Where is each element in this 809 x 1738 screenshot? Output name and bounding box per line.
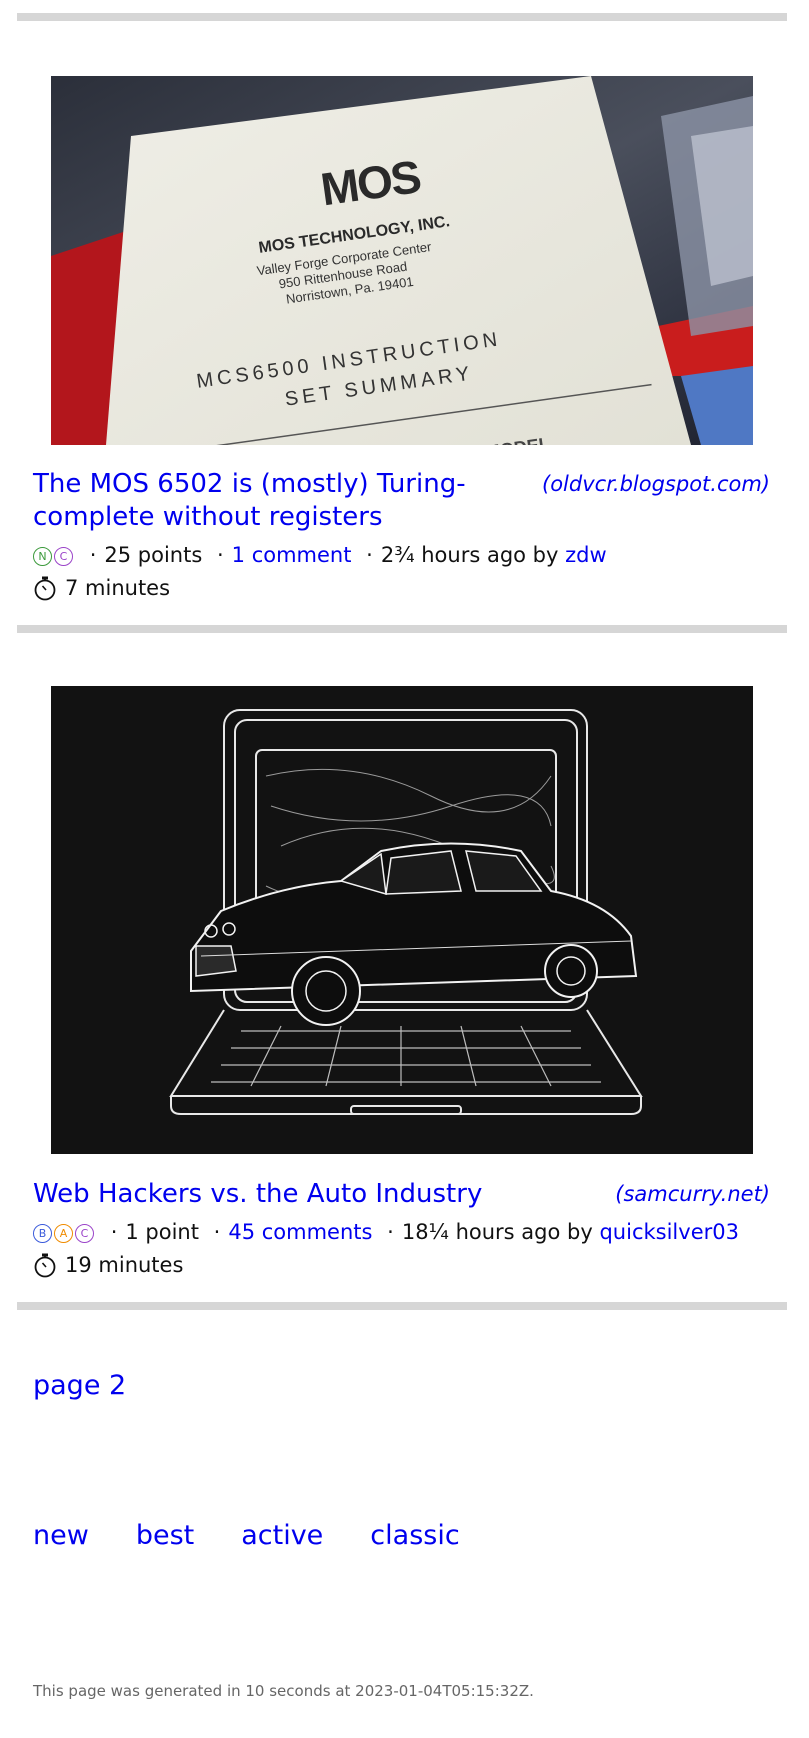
tag-n-icon: N — [33, 547, 52, 566]
story-comments-link[interactable]: 45 comments — [228, 1220, 372, 1244]
story-item: The MOS 6502 is (mostly) Turing-complete… — [33, 468, 770, 603]
story-domain: (oldvcr.blogspot.com) — [542, 472, 770, 496]
story-divider — [17, 13, 787, 21]
nav-classic-link[interactable]: classic — [370, 1520, 459, 1551]
story-divider — [17, 625, 787, 633]
story-thumbnail-mos-manual[interactable]: MOS MOS TECHNOLOGY, INC. Valley Forge Co… — [51, 76, 753, 445]
story-thumbnail-car-laptop[interactable] — [51, 686, 753, 1154]
story-read-time: 7 minutes — [33, 573, 770, 603]
next-page-link[interactable]: page 2 — [33, 1370, 126, 1401]
stopwatch-icon — [34, 576, 56, 601]
story-divider — [17, 1302, 787, 1310]
story-title-link[interactable]: Web Hackers vs. the Auto Industry — [33, 1178, 503, 1211]
nav-active-link[interactable]: active — [241, 1520, 323, 1551]
tag-a-icon: A — [54, 1224, 73, 1243]
story-author-link[interactable]: zdw — [565, 543, 607, 567]
story-meta: NC · 25 points · 1 comment · 2¾ hours ago b… — [33, 540, 770, 570]
nav-best-link[interactable]: best — [136, 1520, 194, 1551]
story-meta: BAC · 1 point · 45 comments · 18¼ hours ago… — [33, 1217, 770, 1247]
stopwatch-icon — [34, 1253, 56, 1278]
tag-b-icon: B — [33, 1224, 52, 1243]
read-time-value: 19 minutes — [65, 1253, 184, 1277]
story-author-link[interactable]: quicksilver03 — [599, 1220, 739, 1244]
generation-footer: This page was generated in 10 seconds at… — [33, 1682, 534, 1700]
tag-c-icon: C — [75, 1224, 94, 1243]
story-points: 25 points — [104, 543, 203, 567]
story-comments-link[interactable]: 1 comment — [232, 543, 352, 567]
story-read-time: 19 minutes — [33, 1250, 770, 1280]
bottom-nav: new best active classic — [33, 1520, 507, 1551]
tag-c-icon: C — [54, 547, 73, 566]
story-age: 2¾ hours ago by — [380, 543, 559, 567]
story-age: 18¼ hours ago by — [401, 1220, 593, 1244]
nav-new-link[interactable]: new — [33, 1520, 89, 1551]
story-item: Web Hackers vs. the Auto Industry (samcu… — [33, 1178, 770, 1280]
story-domain: (samcurry.net) — [615, 1182, 770, 1206]
read-time-value: 7 minutes — [65, 576, 171, 600]
story-points: 1 point — [125, 1220, 199, 1244]
story-title-link[interactable]: The MOS 6502 is (mostly) Turing-complete… — [33, 468, 503, 534]
